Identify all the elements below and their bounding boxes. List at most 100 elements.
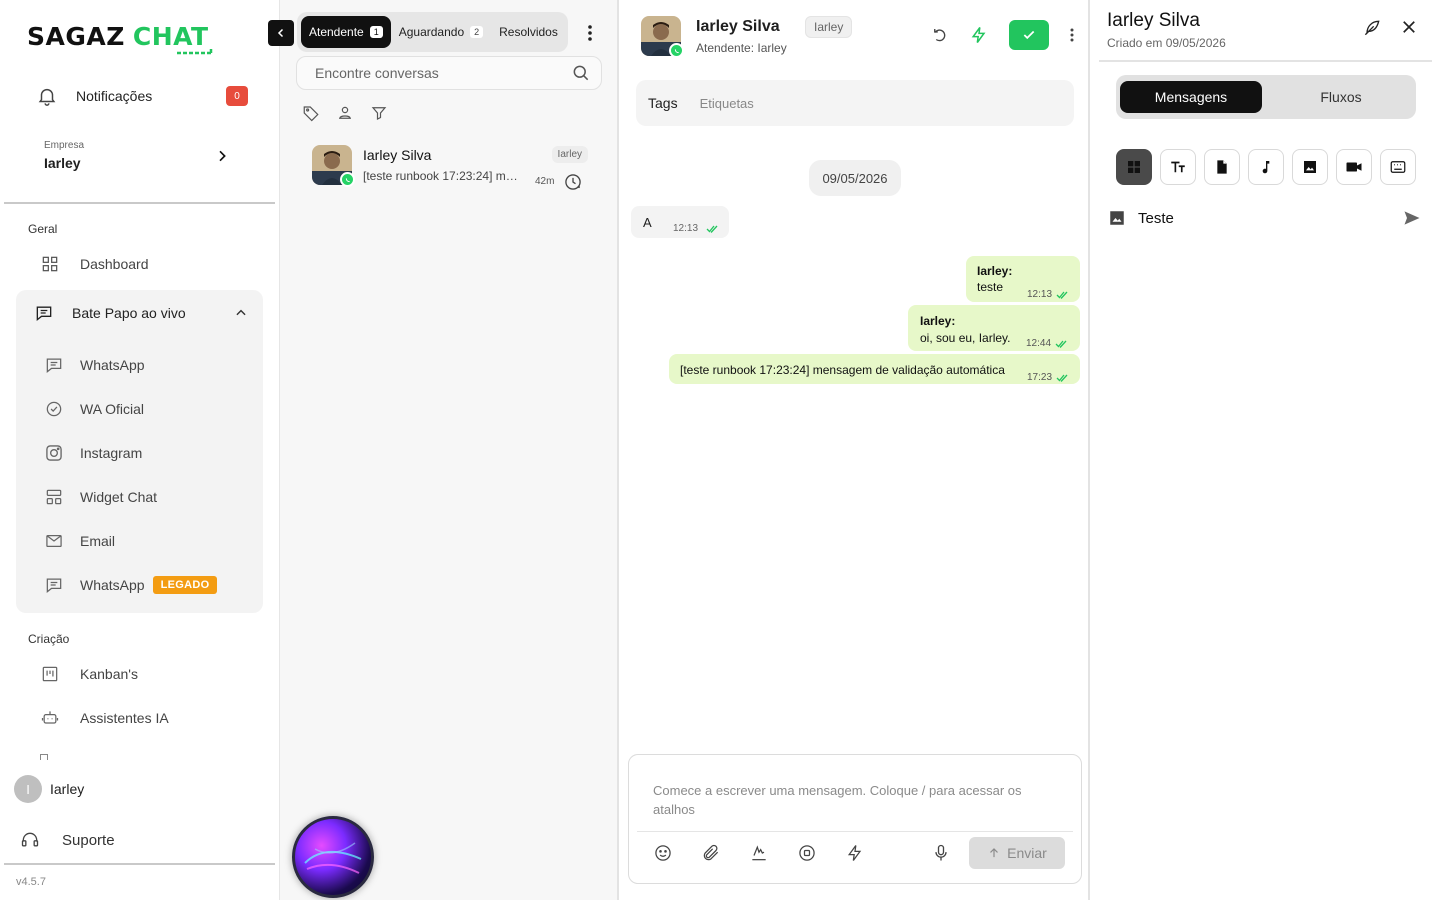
check-icon bbox=[1023, 30, 1035, 40]
arrow-up-icon bbox=[990, 848, 999, 858]
conversation-preview: [teste runbook 17:23:24] mensagem de val… bbox=[363, 169, 523, 183]
video-icon bbox=[1346, 162, 1362, 172]
sidebar-scroll-overflow bbox=[40, 754, 160, 760]
chevron-right-icon bbox=[219, 150, 226, 162]
instagram-icon bbox=[46, 445, 62, 461]
support-label: Suporte bbox=[62, 831, 115, 849]
filter-image-button[interactable] bbox=[1292, 149, 1328, 185]
filter-document-button[interactable] bbox=[1204, 149, 1240, 185]
conversation-item[interactable]: Iarley Silva [teste runbook 17:23:24] me… bbox=[312, 145, 588, 195]
message-time: 12:13 bbox=[673, 223, 699, 234]
close-icon[interactable] bbox=[1400, 18, 1418, 36]
app-root: SAGAZ CHAT Notificações 0 Empresa Iarley… bbox=[0, 0, 1440, 900]
tab-resolvidos[interactable]: Resolvidos bbox=[491, 16, 566, 48]
filter-all-button[interactable] bbox=[1116, 149, 1152, 185]
sidebar-divider bbox=[4, 863, 275, 865]
user-name: Iarley bbox=[50, 781, 85, 797]
message-input[interactable] bbox=[653, 781, 1063, 821]
avatar: I bbox=[14, 775, 42, 803]
search-input[interactable] bbox=[315, 65, 565, 81]
widget-icon bbox=[46, 489, 62, 505]
send-button[interactable]: Enviar bbox=[969, 837, 1065, 869]
more-vertical-icon[interactable] bbox=[1069, 27, 1075, 43]
double-check-icon bbox=[706, 225, 718, 233]
tab-label: Atendente bbox=[309, 25, 364, 39]
whatsapp-icon bbox=[340, 172, 355, 187]
tab-count: 1 bbox=[369, 26, 383, 38]
tags-bar[interactable]: Tags Etiquetas bbox=[636, 80, 1074, 126]
tab-mensagens[interactable]: Mensagens bbox=[1120, 81, 1262, 113]
message-time: 17:23 bbox=[1027, 372, 1053, 383]
lightning-icon[interactable] bbox=[969, 25, 989, 45]
sidebar-item-dashboard[interactable]: Dashboard bbox=[40, 254, 149, 274]
sidebar-item-label: Assistentes IA bbox=[80, 710, 169, 726]
sidebar-item-live-chat[interactable]: Bate Papo ao vivo bbox=[34, 303, 186, 323]
message-outgoing: [teste runbook 17:23:24] mensagem de val… bbox=[669, 354, 1080, 384]
chat-icon bbox=[36, 306, 52, 322]
tab-fluxos[interactable]: Fluxos bbox=[1270, 81, 1412, 113]
filter-icon[interactable] bbox=[370, 104, 388, 122]
composer-divider bbox=[637, 831, 1073, 832]
undo-icon[interactable] bbox=[931, 26, 949, 44]
sidebar-item-widget-chat[interactable]: Widget Chat bbox=[44, 487, 157, 507]
feather-icon[interactable] bbox=[1362, 18, 1382, 38]
sidebar-item-wa-oficial[interactable]: WA Oficial bbox=[44, 399, 144, 419]
message-text: oi, sou eu, Iarley. bbox=[920, 331, 1011, 345]
sidebar-item-assistants[interactable]: Assistentes IA bbox=[40, 708, 169, 728]
filter-audio-button[interactable] bbox=[1248, 149, 1284, 185]
collapse-sidebar-button[interactable] bbox=[268, 20, 294, 46]
text-icon bbox=[1171, 161, 1185, 173]
sidebar-item-label: Email bbox=[80, 533, 116, 549]
contact-name: Iarley Silva bbox=[696, 18, 780, 35]
sidebar-item-whatsapp[interactable]: WhatsApp bbox=[44, 355, 145, 375]
filter-video-button[interactable] bbox=[1336, 149, 1372, 185]
signature-icon[interactable] bbox=[749, 843, 769, 863]
sidebar-item-email[interactable]: Email bbox=[44, 531, 115, 551]
grid-icon bbox=[1128, 161, 1140, 173]
filter-keyboard-button[interactable] bbox=[1380, 149, 1416, 185]
message-outgoing: Iarley: teste 12:13 bbox=[966, 256, 1080, 302]
filter-text-button[interactable] bbox=[1160, 149, 1196, 185]
sidebar-item-kanban[interactable]: Kanban's bbox=[40, 664, 138, 684]
tab-count: 2 bbox=[470, 26, 484, 38]
document-icon bbox=[1217, 160, 1227, 174]
ai-assistant-orb[interactable] bbox=[292, 816, 374, 898]
user-icon[interactable] bbox=[336, 104, 354, 122]
record-icon[interactable] bbox=[797, 843, 817, 863]
chevron-up-icon[interactable] bbox=[234, 306, 248, 320]
mail-icon bbox=[46, 534, 62, 548]
resolve-button[interactable] bbox=[1009, 20, 1049, 50]
kanban-icon bbox=[42, 666, 58, 682]
tag-icon[interactable] bbox=[302, 104, 320, 122]
sidebar-item-label: Bate Papo ao vivo bbox=[72, 305, 186, 321]
attendant-label: Atendente: Iarley bbox=[696, 41, 787, 55]
attachment-icon[interactable] bbox=[701, 843, 721, 863]
send-icon[interactable] bbox=[1402, 208, 1422, 228]
double-check-icon bbox=[1056, 374, 1068, 382]
quick-message-item[interactable]: Teste bbox=[1108, 206, 1422, 230]
notifications-item[interactable]: Notificações 0 bbox=[36, 84, 248, 108]
search-icon[interactable] bbox=[571, 63, 591, 83]
emoji-icon[interactable] bbox=[653, 843, 673, 863]
chevron-left-icon bbox=[277, 28, 284, 38]
sidebar-item-label: WA Oficial bbox=[80, 401, 145, 417]
company-selector[interactable]: Empresa Iarley bbox=[44, 140, 234, 171]
tags-label: Tags bbox=[648, 95, 678, 111]
more-vertical-icon[interactable] bbox=[586, 24, 594, 42]
microphone-icon[interactable] bbox=[931, 843, 951, 863]
conversation-tag: Iarley bbox=[551, 146, 588, 163]
robot-icon bbox=[41, 711, 59, 724]
sidebar-item-whatsapp-legado[interactable]: WhatsApp LEGADO bbox=[44, 575, 218, 595]
sidebar-item-instagram[interactable]: Instagram bbox=[44, 443, 142, 463]
conversation-time: 42m bbox=[535, 176, 555, 187]
tab-atendente[interactable]: Atendente 1 bbox=[301, 16, 391, 48]
app-logo[interactable]: SAGAZ CHAT bbox=[27, 22, 212, 55]
image-icon bbox=[1110, 211, 1124, 225]
conversation-name: Iarley Silva bbox=[363, 147, 432, 163]
current-user[interactable]: I Iarley bbox=[14, 775, 84, 803]
tab-aguardando[interactable]: Aguardando 2 bbox=[391, 16, 491, 48]
support-link[interactable]: Suporte bbox=[20, 830, 115, 850]
lightning-icon[interactable] bbox=[845, 843, 865, 863]
panel-divider bbox=[1099, 60, 1432, 62]
message-composer: Enviar bbox=[628, 754, 1082, 884]
